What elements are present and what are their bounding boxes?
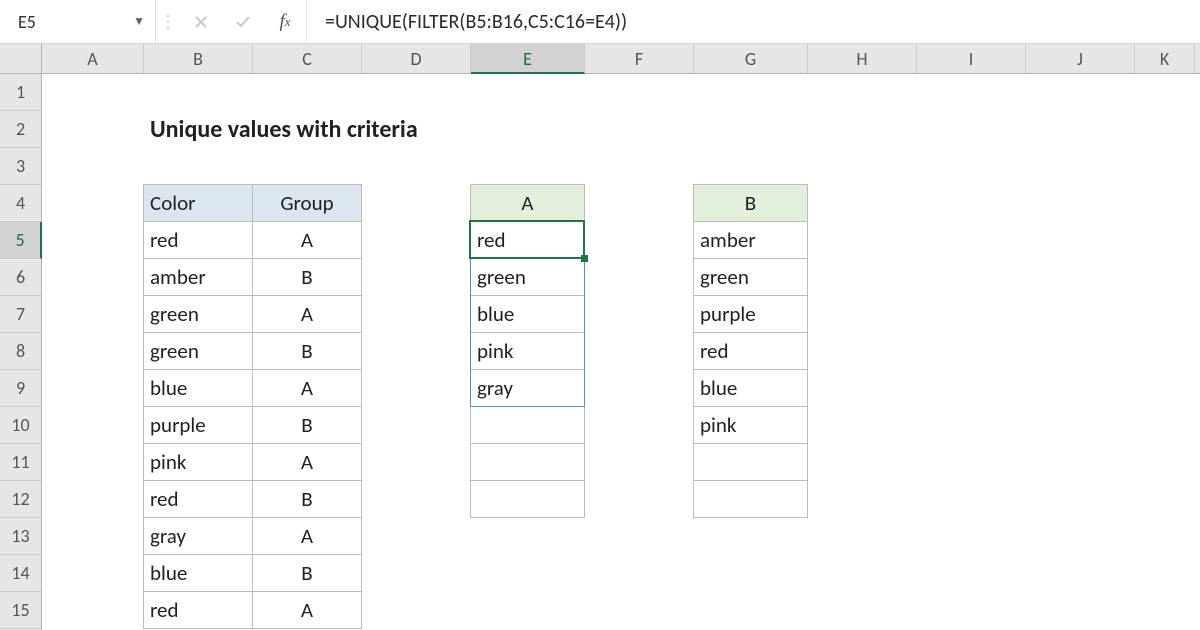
table-row[interactable]: red	[143, 591, 253, 629]
table-row[interactable]: blue	[143, 554, 253, 592]
cells-area[interactable]: Unique values with criteria ColorGroupre…	[42, 74, 1200, 630]
col-header-A[interactable]: A	[42, 44, 144, 73]
result-cell[interactable]	[693, 480, 808, 518]
col-header-I[interactable]: I	[917, 44, 1026, 73]
result-cell[interactable]: amber	[693, 221, 808, 259]
row-header-6[interactable]: 6	[0, 259, 41, 296]
chevron-down-icon[interactable]: ▼	[133, 14, 145, 29]
table-row[interactable]: purple	[143, 406, 253, 444]
formula-bar: E5 ▼ ⋮ fx =UNIQUE(FILTER(B5:B16,C5:C16=E…	[0, 0, 1200, 44]
col-header-G[interactable]: G	[694, 44, 808, 73]
col-header-J[interactable]: J	[1026, 44, 1135, 73]
table-row[interactable]: A	[252, 591, 362, 629]
insert-function-icon[interactable]: fx	[264, 0, 306, 43]
formula-bar-separator: ⋮	[156, 0, 180, 43]
result-cell[interactable]: blue	[470, 295, 585, 333]
result-cell[interactable]	[470, 480, 585, 518]
table-row[interactable]: blue	[143, 369, 253, 407]
enter-icon[interactable]	[222, 0, 264, 43]
result-header-b[interactable]: B	[693, 184, 808, 222]
page-title: Unique values with criteria	[150, 111, 418, 148]
col-header-D[interactable]: D	[362, 44, 471, 73]
result-cell[interactable]: pink	[470, 332, 585, 370]
row-header-5[interactable]: 5	[0, 222, 42, 259]
table-row[interactable]: A	[252, 295, 362, 333]
table-row[interactable]: A	[252, 221, 362, 259]
table-row[interactable]: A	[252, 369, 362, 407]
table-header-color[interactable]: Color	[143, 184, 253, 222]
name-box-value: E5	[18, 11, 36, 33]
result-cell[interactable]	[470, 406, 585, 444]
table-row[interactable]: green	[143, 295, 253, 333]
row-header-3[interactable]: 3	[0, 148, 41, 185]
table-row[interactable]: green	[143, 332, 253, 370]
row-header-9[interactable]: 9	[0, 370, 41, 407]
row-header-15[interactable]: 15	[0, 592, 41, 629]
row-header-8[interactable]: 8	[0, 333, 41, 370]
formula-text: =UNIQUE(FILTER(B5:B16,C5:C16=E4))	[325, 10, 627, 34]
col-header-F[interactable]: F	[585, 44, 694, 73]
result-cell[interactable]: red	[470, 221, 585, 259]
column-headers[interactable]: ABCDEFGHIJK	[42, 44, 1200, 74]
row-header-4[interactable]: 4	[0, 185, 41, 222]
cancel-icon[interactable]	[180, 0, 222, 43]
result-cell[interactable]: red	[693, 332, 808, 370]
table-row[interactable]: B	[252, 480, 362, 518]
result-cell[interactable]: green	[693, 258, 808, 296]
result-cell[interactable]: blue	[693, 369, 808, 407]
select-all-button[interactable]	[0, 44, 42, 74]
table-row[interactable]: A	[252, 443, 362, 481]
row-headers[interactable]: 123456789101112131415	[0, 74, 42, 630]
table-header-group[interactable]: Group	[252, 184, 362, 222]
table-row[interactable]: B	[252, 406, 362, 444]
row-header-13[interactable]: 13	[0, 518, 41, 555]
table-row[interactable]: pink	[143, 443, 253, 481]
result-cell[interactable]: gray	[470, 369, 585, 407]
row-header-11[interactable]: 11	[0, 444, 41, 481]
table-row[interactable]: B	[252, 258, 362, 296]
result-cell[interactable]: pink	[693, 406, 808, 444]
table-row[interactable]: red	[143, 480, 253, 518]
col-header-E[interactable]: E	[471, 44, 585, 74]
row-header-1[interactable]: 1	[0, 74, 41, 111]
result-header-a[interactable]: A	[470, 184, 585, 222]
table-row[interactable]: B	[252, 332, 362, 370]
result-cell[interactable]: purple	[693, 295, 808, 333]
col-header-C[interactable]: C	[253, 44, 362, 73]
result-cell[interactable]	[693, 443, 808, 481]
formula-input[interactable]: =UNIQUE(FILTER(B5:B16,C5:C16=E4))	[306, 0, 1200, 43]
table-row[interactable]: B	[252, 554, 362, 592]
name-box[interactable]: E5 ▼	[0, 0, 156, 43]
row-header-7[interactable]: 7	[0, 296, 41, 333]
table-row[interactable]: red	[143, 221, 253, 259]
col-header-B[interactable]: B	[144, 44, 253, 73]
table-row[interactable]: gray	[143, 517, 253, 555]
table-row[interactable]: A	[252, 517, 362, 555]
spreadsheet-grid[interactable]: ABCDEFGHIJK 123456789101112131415 Unique…	[0, 44, 1200, 630]
col-header-K[interactable]: K	[1135, 44, 1195, 73]
result-cell[interactable]	[470, 443, 585, 481]
result-cell[interactable]: green	[470, 258, 585, 296]
row-header-14[interactable]: 14	[0, 555, 41, 592]
col-header-H[interactable]: H	[808, 44, 917, 73]
row-header-10[interactable]: 10	[0, 407, 41, 444]
row-header-12[interactable]: 12	[0, 481, 41, 518]
row-header-2[interactable]: 2	[0, 111, 41, 148]
table-row[interactable]: amber	[143, 258, 253, 296]
